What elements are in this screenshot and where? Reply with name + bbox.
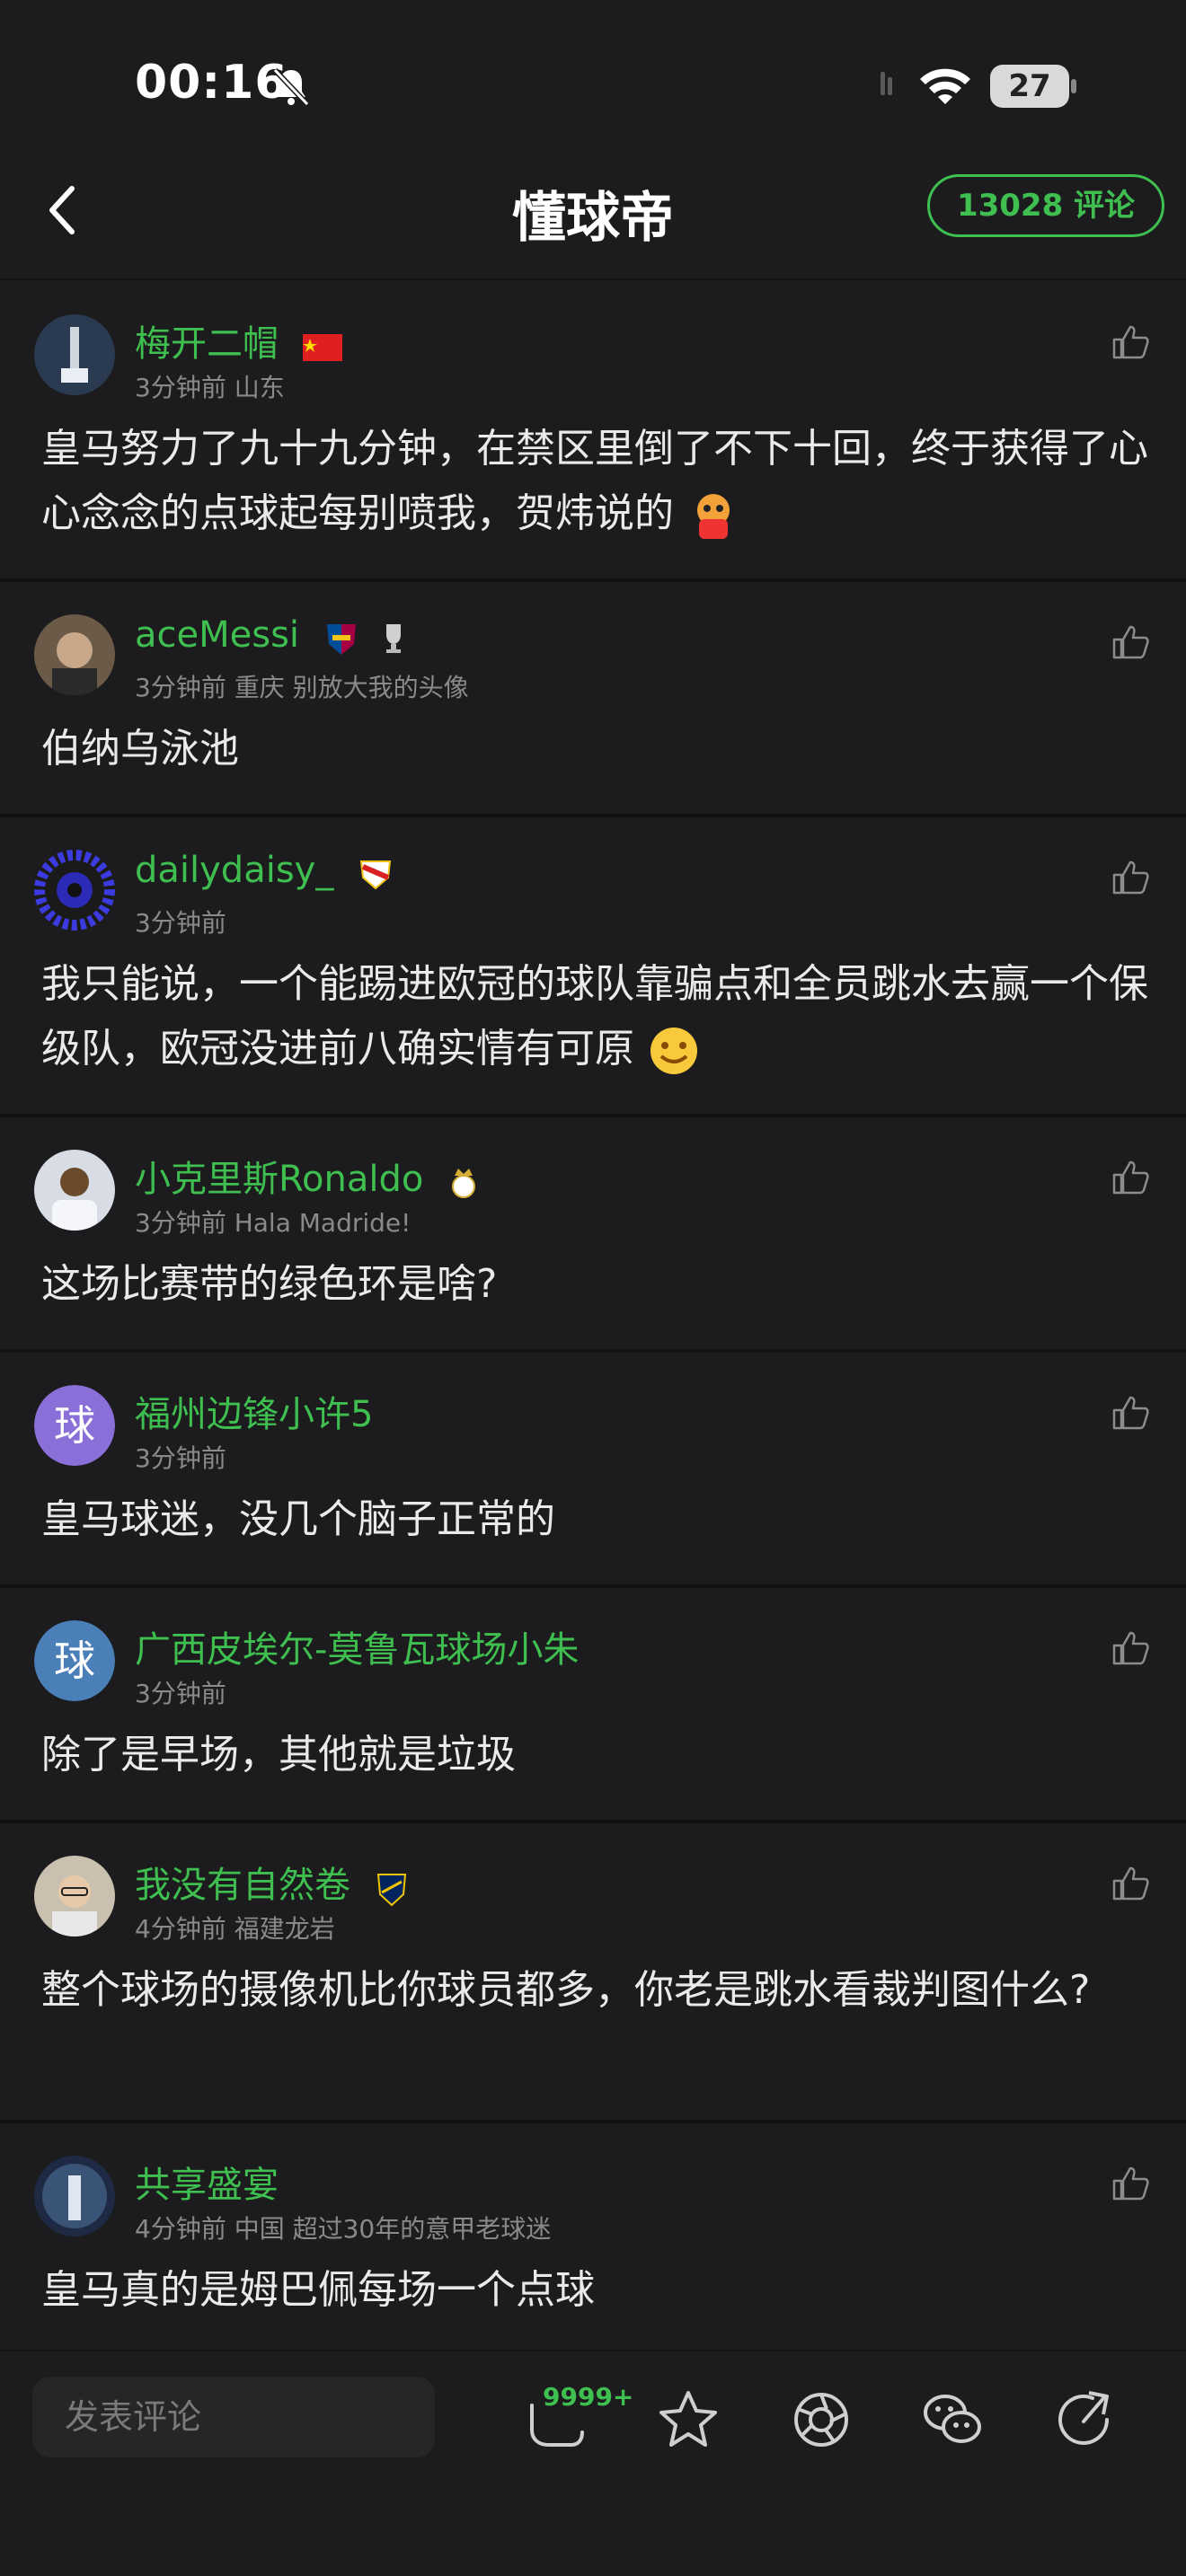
thumb-up-icon[interactable]: [1111, 1628, 1150, 1667]
comment-meta: 3分钟前 山东: [135, 373, 285, 402]
comment-text: 除了是早场，其他就是垃圾: [41, 1732, 516, 1778]
comment-item: 共享盛宴 4分钟前 中国 超过30年的意甲老球迷 皇马真的是姆巴佩每场一个点球: [0, 2123, 1186, 2357]
avatar-letter: 球: [34, 1620, 115, 1701]
china-flag-icon: [302, 334, 342, 361]
comment-text: 皇马努力了九十九分钟，在禁区里倒了不下十回，终于获得了心心念念的点球起每别喷我，…: [41, 417, 1164, 546]
comment-input[interactable]: [32, 2377, 435, 2457]
comment-item: 梅开二帽 3分钟前 山东 皇马努力了九十九分钟，在禁区里倒了不下十回，终于获得了…: [0, 282, 1186, 582]
comment-text: 皇马真的是姆巴佩每场一个点球: [41, 2267, 595, 2313]
battery-icon: 27: [990, 65, 1076, 108]
nav-bar: 懂球帝 13028 评论: [0, 153, 1186, 280]
comment-meta: 3分钟前: [135, 1443, 226, 1473]
wechat-icon[interactable]: [920, 2387, 985, 2452]
comment-meta: 3分钟前 重庆 别放大我的头像: [135, 673, 469, 702]
signal-dots-icon: [881, 72, 892, 95]
avatar[interactable]: 球: [34, 1620, 115, 1701]
comment-text: 整个球场的摄像机比你球员都多，你老是跳水看裁判图什么?: [41, 1967, 1091, 2013]
badges: [318, 616, 412, 657]
battery-level: 27: [1008, 68, 1051, 104]
star-icon[interactable]: [656, 2387, 721, 2452]
thumb-up-icon[interactable]: [1111, 1392, 1150, 1432]
comment-meta: 3分钟前 Hala Madride!: [135, 1208, 412, 1238]
thumb-up-icon[interactable]: [1111, 622, 1150, 661]
badges: [442, 1160, 480, 1202]
comment-meta: 3分钟前: [135, 1679, 226, 1708]
trophy-icon: [386, 624, 402, 653]
comment-item: aceMessi 3分钟前 重庆 别放大我的头像 伯纳乌泳池: [0, 582, 1186, 817]
reply-count-badge: 9999+: [543, 2382, 634, 2412]
smiling-emoji-icon: [651, 1028, 697, 1074]
comment-item: dailydaisy_ 3分钟前 我只能说，一个能踢进欧冠的球队靠骗点和全员跳水…: [0, 817, 1186, 1117]
thumb-up-icon[interactable]: [1111, 857, 1150, 896]
username[interactable]: 共享盛宴: [135, 2156, 279, 2208]
comment-item: 我没有自然卷 4分钟前 福建龙岩 整个球场的摄像机比你球员都多，你老是跳水看裁判…: [0, 1823, 1186, 2123]
avatar[interactable]: [34, 2156, 115, 2236]
avatar[interactable]: [34, 1150, 115, 1231]
comment-item: 球 福州边锋小许5 3分钟前 皇马球迷，没几个脑子正常的: [0, 1353, 1186, 1588]
comment-text: 我只能说，一个能踢进欧冠的球队靠骗点和全员跳水去赢一个保级队，欧冠没进前八确实情…: [41, 952, 1164, 1081]
username[interactable]: dailydaisy_: [135, 850, 394, 893]
avatar[interactable]: [34, 314, 115, 395]
comment-item: 小克里斯Ronaldo 3分钟前 Hala Madride! 这场比赛带的绿色环…: [0, 1117, 1186, 1353]
thumb-up-icon[interactable]: [1111, 1157, 1150, 1196]
comment-text: 皇马球迷，没几个脑子正常的: [41, 1496, 555, 1542]
mascot-emoji-icon: [697, 494, 730, 539]
share-circle-icon[interactable]: [789, 2387, 854, 2452]
comment-item: 球 广西皮埃尔-莫鲁瓦球场小朱 3分钟前 除了是早场，其他就是垃圾: [0, 1588, 1186, 1823]
comment-meta: 4分钟前 福建龙岩: [135, 1914, 335, 1944]
avatar[interactable]: [34, 850, 115, 931]
comment-count-button[interactable]: 13028 评论: [927, 174, 1164, 237]
bottom-action-bar: 9999+: [0, 2350, 1186, 2576]
status-time: 00:16: [135, 56, 288, 110]
avatar[interactable]: 球: [34, 1385, 115, 1466]
bell-slash-icon: [272, 67, 310, 107]
username[interactable]: 广西皮埃尔-莫鲁瓦球场小朱: [135, 1620, 579, 1672]
status-bar: 00:16 27: [0, 0, 1186, 153]
rayo-vallecano-crest-icon: [359, 860, 392, 890]
real-madrid-crest-icon: [452, 1169, 476, 1198]
avatar[interactable]: [34, 1856, 115, 1936]
username[interactable]: 我没有自然卷: [135, 1856, 409, 1908]
avatar-letter: 球: [34, 1385, 115, 1466]
comment-text: 这场比赛带的绿色环是啥?: [41, 1261, 498, 1307]
thumb-up-icon[interactable]: [1111, 1863, 1150, 1902]
thumb-up-icon[interactable]: [1111, 322, 1150, 361]
badges: [369, 1866, 409, 1908]
username[interactable]: 福州边锋小许5: [135, 1385, 373, 1437]
comment-meta: 3分钟前: [135, 908, 226, 938]
username[interactable]: 小克里斯Ronaldo: [135, 1150, 480, 1202]
username[interactable]: 梅开二帽: [135, 314, 342, 366]
forward-icon[interactable]: [1053, 2387, 1118, 2452]
comment-meta: 4分钟前 中国 超过30年的意甲老球迷: [135, 2214, 552, 2244]
la-galaxy-crest-icon: [376, 1874, 406, 1907]
fc-barcelona-crest-icon: [326, 624, 356, 655]
wifi-icon: [920, 68, 970, 104]
avatar[interactable]: [34, 614, 115, 695]
thumb-up-icon[interactable]: [1111, 2163, 1150, 2202]
username[interactable]: aceMessi: [135, 614, 412, 657]
badges: [352, 851, 394, 893]
comment-text: 伯纳乌泳池: [41, 726, 239, 772]
badges: [297, 325, 342, 366]
